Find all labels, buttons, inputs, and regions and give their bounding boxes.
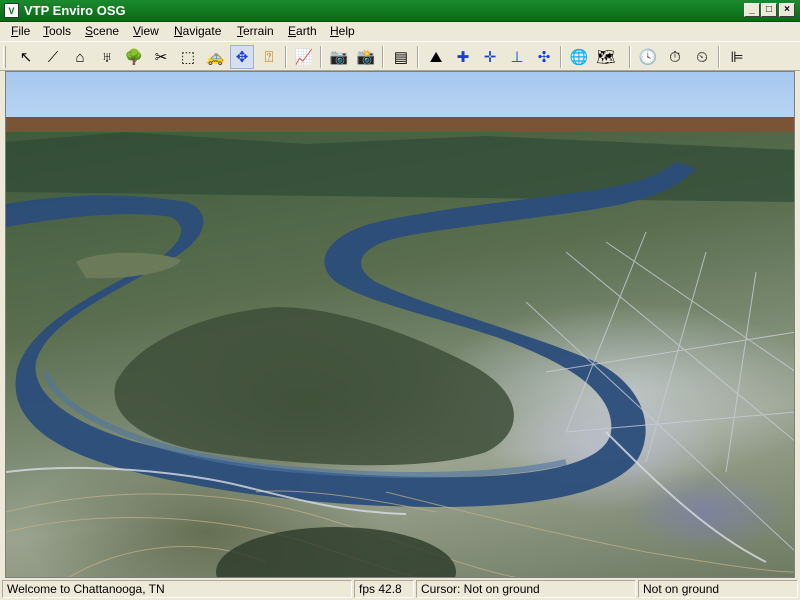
move-icon[interactable]: ✥ — [230, 45, 254, 69]
camera-icon[interactable]: 📷 — [327, 45, 351, 69]
app-icon[interactable]: V — [4, 3, 19, 18]
select-box-icon[interactable]: ⬚ — [176, 45, 200, 69]
menu-navigate[interactable]: Navigate — [172, 24, 223, 38]
toolbar-separator — [285, 46, 287, 68]
tree-icon[interactable]: 🌳 — [122, 45, 146, 69]
fence-icon[interactable]: ⟋ — [41, 45, 65, 69]
clock-icon[interactable]: 🕓 — [636, 45, 660, 69]
toolbar-separator — [382, 46, 384, 68]
ground-icon[interactable]: ⊥ — [505, 45, 529, 69]
terrain-surface — [6, 132, 794, 577]
menu-terrain[interactable]: Terrain — [235, 24, 276, 38]
status-ground: Not on ground — [638, 580, 798, 598]
earth-map-icon[interactable]: 🗺 — [594, 45, 618, 69]
menu-tools[interactable]: Tools — [41, 24, 73, 38]
maximize-button[interactable]: □ — [761, 3, 777, 17]
layers-icon[interactable]: ▤ — [389, 45, 413, 69]
globe-icon[interactable]: 🌐 — [567, 45, 591, 69]
menu-bar: File Tools Scene View Navigate Terrain E… — [0, 22, 800, 41]
menu-earth[interactable]: Earth — [286, 24, 319, 38]
instance-icon[interactable]: ✂ — [149, 45, 173, 69]
status-message: Welcome to Chattanooga, TN — [2, 580, 352, 598]
fly-slower-icon[interactable]: ✛ — [478, 45, 502, 69]
clock-stop-icon[interactable]: ⏲ — [690, 45, 714, 69]
menu-view[interactable]: View — [131, 24, 161, 38]
window-title: VTP Enviro OSG — [24, 3, 126, 18]
title-bar[interactable]: V VTP Enviro OSG _ □ × — [0, 0, 800, 22]
terrain-icon[interactable]: ⛰ — [424, 45, 448, 69]
status-bar: Welcome to Chattanooga, TN fps 42.8 Curs… — [0, 578, 800, 600]
profile-icon[interactable]: 📈 — [292, 45, 316, 69]
toolbar-separator — [417, 46, 419, 68]
minimize-button[interactable]: _ — [744, 3, 760, 17]
camera-numbered-icon[interactable]: 📸 — [354, 45, 378, 69]
terrain-render — [6, 132, 794, 577]
menu-file[interactable]: File — [9, 24, 32, 38]
toolbar-separator — [320, 46, 322, 68]
toolbar: ↖ ⟋ ⌂ ♅ 🌳 ✂ ⬚ 🚕 ✥ ⍰ 📈 📷 📸 ▤ ⛰ ✚ ✛ ⊥ ✣ 🌐 … — [0, 41, 800, 71]
toolbar-grip[interactable] — [3, 46, 6, 68]
3d-viewport[interactable] — [5, 71, 795, 578]
menu-help[interactable]: Help — [328, 24, 357, 38]
sky — [6, 72, 794, 118]
status-cursor: Cursor: Not on ground — [416, 580, 636, 598]
close-button[interactable]: × — [779, 3, 795, 17]
powerline-icon[interactable]: ♅ — [95, 45, 119, 69]
status-fps: fps 42.8 — [354, 580, 414, 598]
navigate-icon[interactable]: ✣ — [532, 45, 556, 69]
scene-graph-icon[interactable]: ⊫ — [725, 45, 749, 69]
toolbar-separator — [629, 46, 631, 68]
building-icon[interactable]: ⌂ — [68, 45, 92, 69]
clock-play-icon[interactable]: ⏱ — [663, 45, 687, 69]
vehicle-icon[interactable]: 🚕 — [203, 45, 227, 69]
arrow-pointer-icon[interactable]: ↖ — [14, 45, 38, 69]
toolbar-separator — [718, 46, 720, 68]
toolbar-separator — [560, 46, 562, 68]
fly-faster-icon[interactable]: ✚ — [451, 45, 475, 69]
distance-icon[interactable]: ⍰ — [257, 45, 281, 69]
menu-scene[interactable]: Scene — [83, 24, 121, 38]
